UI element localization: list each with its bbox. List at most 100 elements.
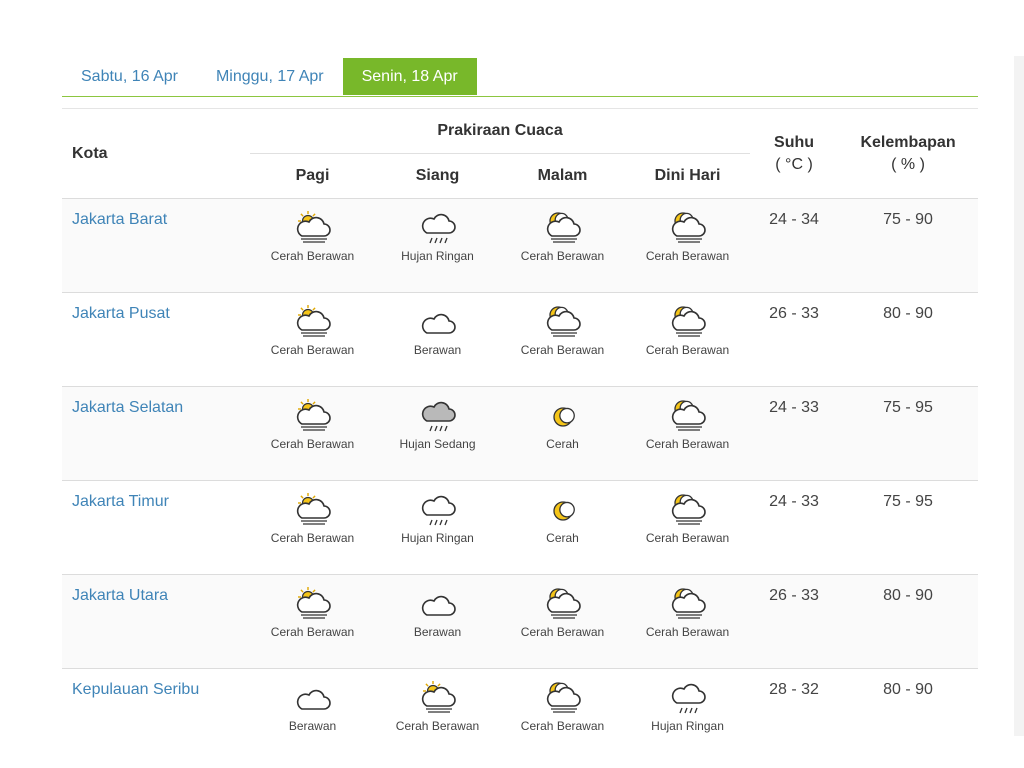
forecast-cell-pagi: Cerah Berawan [250, 198, 375, 293]
scrollbar-track[interactable] [1014, 56, 1024, 736]
header-kelembapan-unit: ( % ) [891, 155, 925, 173]
humidity-range: 80 - 90 [838, 668, 979, 762]
weather-label: Cerah Berawan [270, 531, 355, 545]
header-suhu: Suhu ( °C ) [750, 109, 838, 199]
sun-cloud-icon [250, 209, 375, 245]
sun-cloud-icon [250, 491, 375, 527]
moon-cloud-icon [500, 585, 625, 621]
temperature-range: 24 - 33 [750, 480, 839, 575]
weather-label: Cerah Berawan [270, 249, 355, 263]
city-link[interactable]: Jakarta Selatan [72, 399, 183, 416]
moon-cloud-icon [500, 679, 625, 715]
weather-label: Cerah Berawan [270, 437, 355, 451]
moon-cloud-icon [625, 491, 750, 527]
sun-cloud-icon [250, 303, 375, 339]
temperature-range: 24 - 33 [750, 386, 839, 481]
humidity-range: 75 - 95 [838, 480, 979, 575]
light-rain-icon [375, 209, 500, 245]
header-malam: Malam [537, 167, 588, 184]
forecast-cell-siang: Hujan Ringan [375, 198, 500, 293]
forecast-cell-dini-hari: Cerah Berawan [625, 574, 751, 669]
forecast-cell-malam: Cerah Berawan [500, 668, 625, 762]
forecast-cell-malam: Cerah [500, 480, 625, 575]
forecast-table: Kota Prakiraan Cuaca Suhu ( °C ) Kelemba… [62, 108, 979, 762]
weather-label: Cerah Berawan [645, 531, 730, 545]
sun-cloud-icon [375, 679, 500, 715]
table-row: Jakarta Utara Cerah Berawan Berawan Cerah B… [62, 574, 979, 669]
header-kelembapan-label: Kelembapan [860, 133, 956, 151]
weather-label: Cerah [546, 531, 579, 545]
city-link[interactable]: Jakarta Utara [72, 587, 168, 604]
moon-cloud-icon [625, 303, 750, 339]
temperature-range: 24 - 34 [750, 198, 839, 293]
weather-label: Cerah Berawan [520, 719, 605, 733]
weather-label: Cerah Berawan [645, 249, 730, 263]
moon-cloud-icon [625, 585, 750, 621]
table-row: Jakarta Pusat Cerah Berawan Berawan Cerah B… [62, 292, 979, 387]
city-cell: Jakarta Pusat [62, 292, 250, 387]
cloud-icon [375, 303, 500, 339]
city-cell: Jakarta Selatan [62, 386, 250, 481]
weather-label: Berawan [288, 719, 337, 733]
moderate-rain-icon [375, 397, 500, 433]
forecast-cell-siang: Berawan [375, 574, 500, 669]
forecast-cell-malam: Cerah Berawan [500, 574, 625, 669]
forecast-cell-pagi: Berawan [250, 668, 375, 762]
header-kota: Kota [72, 144, 108, 162]
date-tabs: Sabtu, 16 Apr Minggu, 17 Apr Senin, 18 A… [62, 58, 978, 97]
forecast-cell-siang: Berawan [375, 292, 500, 387]
city-link[interactable]: Jakarta Barat [72, 211, 167, 228]
forecast-cell-siang: Cerah Berawan [375, 668, 500, 762]
weather-label: Cerah Berawan [645, 437, 730, 451]
header-kelembapan: Kelembapan ( % ) [838, 109, 978, 199]
forecast-cell-malam: Cerah Berawan [500, 292, 625, 387]
moon-cloud-icon [500, 303, 625, 339]
light-rain-icon [625, 679, 750, 715]
tab-sabtu[interactable]: Sabtu, 16 Apr [62, 58, 197, 95]
weather-label: Berawan [413, 625, 462, 639]
moon-cloud-icon [625, 209, 750, 245]
weather-label: Hujan Ringan [401, 249, 474, 263]
header-suhu-label: Suhu [774, 133, 815, 151]
weather-label: Cerah Berawan [645, 343, 730, 357]
city-link[interactable]: Jakarta Timur [72, 493, 169, 510]
table-row: Jakarta Barat Cerah Berawan Hujan Ringan Ce… [62, 198, 979, 293]
header-suhu-unit: ( °C ) [775, 155, 813, 173]
weather-label: Berawan [413, 343, 462, 357]
city-cell: Kepulauan Seribu [62, 668, 250, 762]
header-pagi: Pagi [295, 167, 330, 184]
city-cell: Jakarta Utara [62, 574, 250, 669]
weather-label: Cerah Berawan [520, 343, 605, 357]
weather-label: Cerah Berawan [270, 343, 355, 357]
city-cell: Jakarta Barat [62, 198, 250, 293]
sun-cloud-icon [250, 397, 375, 433]
forecast-cell-dini-hari: Cerah Berawan [625, 198, 751, 293]
forecast-cell-malam: Cerah Berawan [500, 198, 625, 293]
header-dini-hari: Dini Hari [654, 167, 721, 184]
city-link[interactable]: Jakarta Pusat [72, 305, 170, 322]
table-row: Jakarta Timur Cerah Berawan Hujan Ringan Ce… [62, 480, 979, 575]
weather-label: Cerah Berawan [520, 625, 605, 639]
temperature-range: 26 - 33 [750, 292, 839, 387]
humidity-range: 75 - 90 [838, 198, 979, 293]
moon-cloud-icon [500, 209, 625, 245]
light-rain-icon [375, 491, 500, 527]
cloud-icon [250, 679, 375, 715]
table-row: Kepulauan Seribu Berawan Cerah Berawan Cera… [62, 668, 979, 762]
tab-minggu[interactable]: Minggu, 17 Apr [197, 58, 343, 95]
sun-cloud-icon [250, 585, 375, 621]
temperature-range: 28 - 32 [750, 668, 839, 762]
forecast-cell-pagi: Cerah Berawan [250, 574, 375, 669]
forecast-cell-dini-hari: Cerah Berawan [625, 480, 751, 575]
forecast-cell-pagi: Cerah Berawan [250, 480, 375, 575]
humidity-range: 80 - 90 [838, 574, 979, 669]
forecast-cell-dini-hari: Hujan Ringan [625, 668, 751, 762]
forecast-cell-siang: Hujan Ringan [375, 480, 500, 575]
forecast-cell-dini-hari: Cerah Berawan [625, 386, 751, 481]
tab-senin[interactable]: Senin, 18 Apr [342, 58, 477, 95]
forecast-cell-dini-hari: Cerah Berawan [625, 292, 751, 387]
city-link[interactable]: Kepulauan Seribu [72, 681, 199, 698]
weather-label: Hujan Ringan [401, 531, 474, 545]
weather-label: Hujan Ringan [651, 719, 724, 733]
moon-icon [500, 491, 625, 527]
